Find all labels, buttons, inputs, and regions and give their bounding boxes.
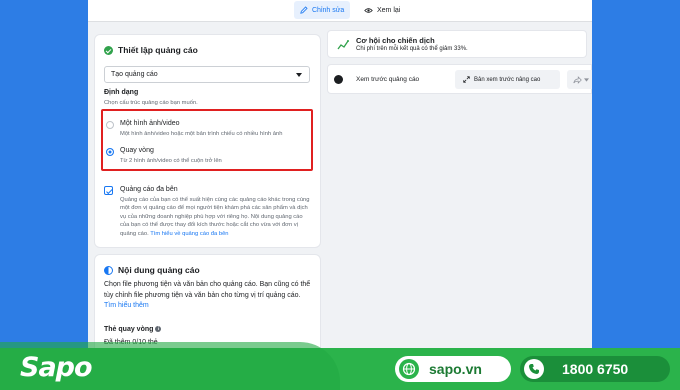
radio-single-image[interactable] <box>106 121 114 129</box>
option-carousel-title: Quay vòng <box>120 147 154 154</box>
ad-setup-title: Thiết lập quảng cáo <box>118 45 198 55</box>
learn-more-link[interactable]: Tìm hiểu thêm <box>104 302 149 309</box>
preview-toggle[interactable] <box>334 75 343 84</box>
tab-edit-label: Chỉnh sửa <box>312 6 345 14</box>
create-ad-select-value: Tạo quảng cáo <box>111 71 158 78</box>
half-circle-icon <box>104 266 113 275</box>
option-single-image-title: Một hình ảnh/video <box>120 120 180 127</box>
ad-content-title: Nội dung quảng cáo <box>118 265 200 275</box>
advanced-preview-label: Bản xem trước nâng cao <box>474 76 541 83</box>
sapo-logo: Sapo <box>20 352 93 383</box>
radio-carousel[interactable] <box>106 148 114 156</box>
eye-icon <box>364 7 373 13</box>
top-tab-bar: Chỉnh sửa Xem lại <box>88 0 592 22</box>
phone-text: 1800 6750 <box>562 361 629 377</box>
expand-icon <box>463 76 470 83</box>
website-text: sapo.vn <box>429 361 482 377</box>
chevron-down-icon <box>584 77 589 82</box>
multi-advertiser-link[interactable]: Tìm hiểu về quảng cáo đa bên <box>150 231 228 237</box>
opportunity-subtitle: Chi phí trên mỗi kết quả có thể giảm 33%… <box>356 46 468 52</box>
ad-setup-card: Thiết lập quảng cáo Tạo quảng cáo Định d… <box>94 34 321 248</box>
option-single-image-desc: Một hình ảnh/video hoặc một bản trình ch… <box>120 131 283 137</box>
share-icon <box>573 75 582 84</box>
info-icon: i <box>155 326 162 332</box>
phone-pill[interactable]: 1800 6750 <box>520 356 670 382</box>
carousel-cards-label: Thẻ quay vòng i <box>104 326 162 333</box>
website-pill[interactable]: sapo.vn <box>395 356 511 382</box>
preview-label: Xem trước quảng cáo <box>356 76 420 83</box>
ad-content-card: Nội dung quảng cáo Chọn file phương tiện… <box>94 254 321 348</box>
ads-manager-window: Chỉnh sửa Xem lại Thiết lập quảng cáo Tạ… <box>88 0 592 348</box>
preview-bar: Xem trước quảng cáo Bản xem trước nâng c… <box>327 64 592 94</box>
caret-down-icon <box>296 73 302 77</box>
phone-icon <box>524 359 544 379</box>
format-help: Chọn cấu trúc quảng cáo bạn muốn. <box>104 100 198 106</box>
opportunity-icon <box>337 40 349 50</box>
check-circle-icon <box>104 46 113 55</box>
multi-advertiser-desc: Quảng cáo của bạn có thể xuất hiện cùng … <box>120 197 310 237</box>
ad-content-desc: Chọn file phương tiện và văn bản cho quả… <box>104 281 311 309</box>
create-ad-select[interactable]: Tạo quảng cáo <box>104 66 310 83</box>
multi-advertiser-checkbox[interactable] <box>104 186 113 195</box>
tab-review-label: Xem lại <box>377 6 401 14</box>
advanced-preview-button[interactable]: Bản xem trước nâng cao <box>455 70 560 89</box>
tab-edit[interactable]: Chỉnh sửa <box>294 1 351 19</box>
multi-advertiser-label: Quảng cáo đa bên <box>120 186 178 193</box>
option-carousel-desc: Từ 2 hình ảnh/video có thể cuộn trở lên <box>120 158 222 164</box>
format-label: Định dạng <box>104 89 139 96</box>
share-button[interactable] <box>567 70 592 89</box>
tab-review[interactable]: Xem lại <box>358 1 406 19</box>
sapo-banner: Sapo sapo.vn 1800 6750 <box>0 342 680 390</box>
opportunity-card[interactable]: Cơ hội cho chiến dịch Chi phí trên mỗi k… <box>327 30 587 58</box>
opportunity-title: Cơ hội cho chiến dịch <box>356 36 435 45</box>
pencil-icon <box>300 6 308 14</box>
globe-icon <box>399 359 419 379</box>
